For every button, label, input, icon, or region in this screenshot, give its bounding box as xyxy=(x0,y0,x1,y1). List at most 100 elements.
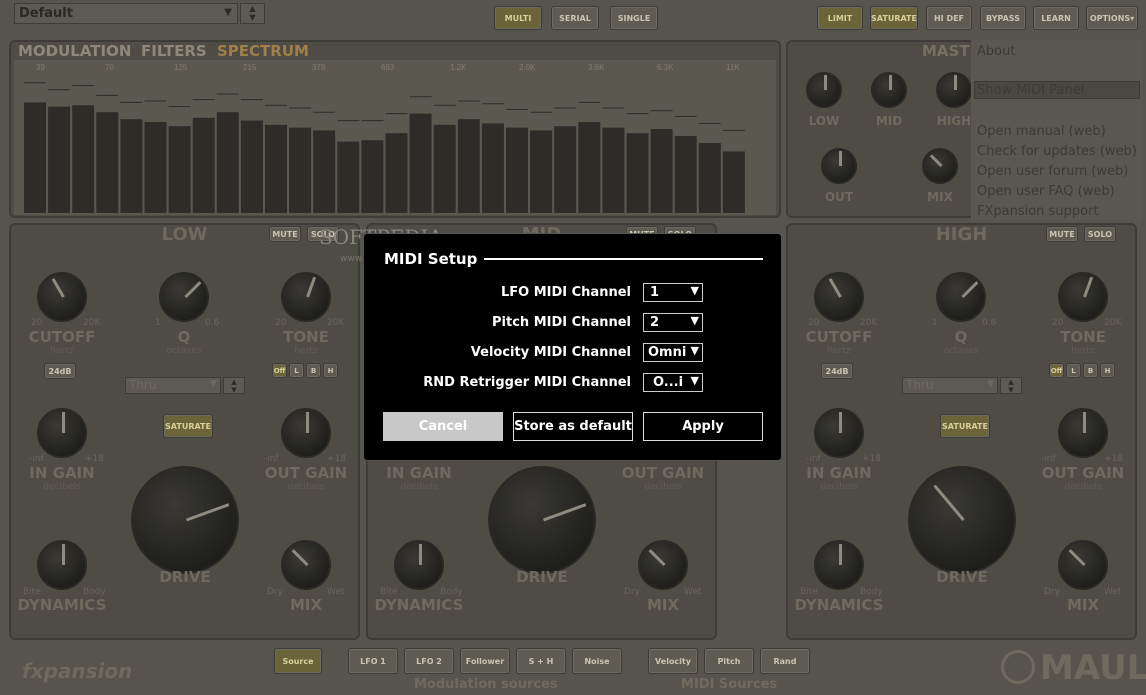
spectrum-bar xyxy=(602,127,625,213)
follower-button[interactable]: Follower xyxy=(460,648,510,674)
velocity-midi-channel-select[interactable]: Omni ▼ xyxy=(643,343,703,362)
tone-type-button[interactable]: L xyxy=(1066,363,1081,378)
menu-item-manual[interactable]: Open manual (web) xyxy=(977,124,1106,139)
solo-button[interactable]: SOLO xyxy=(1084,226,1116,242)
filter-mode-stepper[interactable]: ▲ ▼ xyxy=(223,377,245,394)
menu-item-about[interactable]: About xyxy=(977,44,1015,59)
spectrum-bar xyxy=(337,141,360,213)
spectrum-bar xyxy=(433,124,456,213)
tone-type-button[interactable]: H xyxy=(1100,363,1115,378)
source-button[interactable]: Source xyxy=(274,648,322,674)
menu-item-show-midi-panel[interactable]: Show MIDI Panel xyxy=(974,81,1140,99)
spectrum-bar xyxy=(120,119,143,213)
drive-knob[interactable] xyxy=(488,466,596,574)
cutoff-knob[interactable] xyxy=(814,272,864,322)
master-low-label: LOW xyxy=(808,114,840,128)
preset-selector[interactable]: Default ▼ xyxy=(14,3,238,24)
q-knob[interactable] xyxy=(159,272,209,322)
dynamics-knob[interactable] xyxy=(814,540,864,590)
tone-type-button[interactable]: H xyxy=(323,363,338,378)
tone-type-button[interactable]: B xyxy=(306,363,321,378)
options-menu: About Show MIDI Panel Open manual (web) … xyxy=(971,40,1142,222)
tone-type-button[interactable]: B xyxy=(1083,363,1098,378)
spectrum-bar xyxy=(626,133,649,213)
filter-mode-select[interactable]: Thru ▼ xyxy=(902,377,998,394)
mix-knob[interactable] xyxy=(1058,540,1108,590)
slope-button[interactable]: 24dB xyxy=(44,363,76,379)
filter-mode-stepper[interactable]: ▲ ▼ xyxy=(1000,377,1022,394)
tone-type-button[interactable]: L xyxy=(289,363,304,378)
store-as-default-button[interactable]: Store as default xyxy=(513,412,633,441)
modulation-sources-label: Modulation sources xyxy=(414,677,558,692)
preset-stepper[interactable]: ▲ ▼ xyxy=(240,3,265,24)
sample-hold-button[interactable]: S + H xyxy=(516,648,566,674)
spectrum-bar xyxy=(506,127,528,213)
mix-knob[interactable] xyxy=(638,540,688,590)
menu-item-faq[interactable]: Open user FAQ (web) xyxy=(977,184,1115,199)
out-gain-knob[interactable] xyxy=(281,408,331,458)
tab-spectrum[interactable]: SPECTRUM xyxy=(217,42,309,60)
mute-button[interactable]: MUTE xyxy=(1046,226,1078,242)
apply-button[interactable]: Apply xyxy=(643,412,763,441)
q-max: 0.6 xyxy=(982,318,997,328)
master-mid-knob[interactable] xyxy=(871,72,907,108)
tone-type-button[interactable]: Off xyxy=(1049,363,1064,378)
pitch-button[interactable]: Pitch xyxy=(704,648,754,674)
preset-name: Default xyxy=(19,6,73,21)
mode-multi-button[interactable]: MULTI xyxy=(494,6,542,30)
tab-modulation[interactable]: MODULATION xyxy=(18,42,131,60)
mode-single-button[interactable]: SINGLE xyxy=(610,6,658,30)
out-gain-min: -inf xyxy=(264,454,279,464)
in-gain-unit: decibels xyxy=(43,482,81,492)
pitch-midi-channel-select[interactable]: 2 ▼ xyxy=(643,313,703,332)
tone-type-button[interactable]: Off xyxy=(272,363,287,378)
mute-button[interactable]: MUTE xyxy=(269,226,301,242)
master-high-knob[interactable] xyxy=(936,72,972,108)
rand-button[interactable]: Rand xyxy=(760,648,810,674)
drive-knob[interactable] xyxy=(908,466,1016,574)
bypass-button[interactable]: BYPASS xyxy=(980,6,1026,30)
tab-filters[interactable]: FILTERS xyxy=(141,42,207,60)
menu-item-updates[interactable]: Check for updates (web) xyxy=(977,144,1137,159)
options-button[interactable]: OPTIONS▾ xyxy=(1086,6,1138,30)
saturate-button[interactable]: SATURATE xyxy=(870,6,918,30)
filter-mode-select[interactable]: Thru ▼ xyxy=(125,377,221,394)
dialog-title: MIDI Setup xyxy=(384,250,478,268)
band-saturate-button[interactable]: SATURATE xyxy=(940,414,990,438)
in-gain-knob[interactable] xyxy=(37,408,87,458)
master-mix-knob[interactable] xyxy=(922,148,958,184)
dynamics-knob[interactable] xyxy=(37,540,87,590)
master-low-knob[interactable] xyxy=(806,72,842,108)
cancel-button[interactable]: Cancel xyxy=(383,412,503,441)
lfo-midi-channel-select[interactable]: 1 ▼ xyxy=(643,283,703,302)
in-gain-unit: decibels xyxy=(820,482,858,492)
tone-knob[interactable] xyxy=(281,272,331,322)
dynamics-knob[interactable] xyxy=(394,540,444,590)
lfo2-button[interactable]: LFO 2 xyxy=(404,648,454,674)
slope-button[interactable]: 24dB xyxy=(821,363,853,379)
cutoff-unit: hertz xyxy=(827,346,851,356)
tone-knob[interactable] xyxy=(1058,272,1108,322)
mode-serial-button[interactable]: SERIAL xyxy=(551,6,599,30)
menu-item-support[interactable]: FXpansion support xyxy=(977,204,1098,219)
in-gain-label: IN GAIN xyxy=(806,464,872,482)
out-gain-knob[interactable] xyxy=(1058,408,1108,458)
q-knob[interactable] xyxy=(936,272,986,322)
drive-knob[interactable] xyxy=(131,466,239,574)
in-gain-max: +18 xyxy=(862,454,881,464)
band-saturate-button[interactable]: SATURATE xyxy=(163,414,213,438)
in-gain-knob[interactable] xyxy=(814,408,864,458)
lfo1-button[interactable]: LFO 1 xyxy=(348,648,398,674)
master-out-knob[interactable] xyxy=(821,148,857,184)
mix-knob[interactable] xyxy=(281,540,331,590)
cutoff-knob[interactable] xyxy=(37,272,87,322)
select-value: Omni xyxy=(648,345,687,360)
out-gain-max: +18 xyxy=(327,454,346,464)
noise-button[interactable]: Noise xyxy=(572,648,622,674)
hi-def-button[interactable]: HI DEF xyxy=(926,6,972,30)
menu-item-forum[interactable]: Open user forum (web) xyxy=(977,164,1128,179)
limit-button[interactable]: LIMIT xyxy=(817,6,863,30)
learn-button[interactable]: LEARN xyxy=(1033,6,1079,30)
rnd-retrigger-midi-channel-select[interactable]: O...i ▼ xyxy=(643,373,703,392)
velocity-button[interactable]: Velocity xyxy=(648,648,698,674)
